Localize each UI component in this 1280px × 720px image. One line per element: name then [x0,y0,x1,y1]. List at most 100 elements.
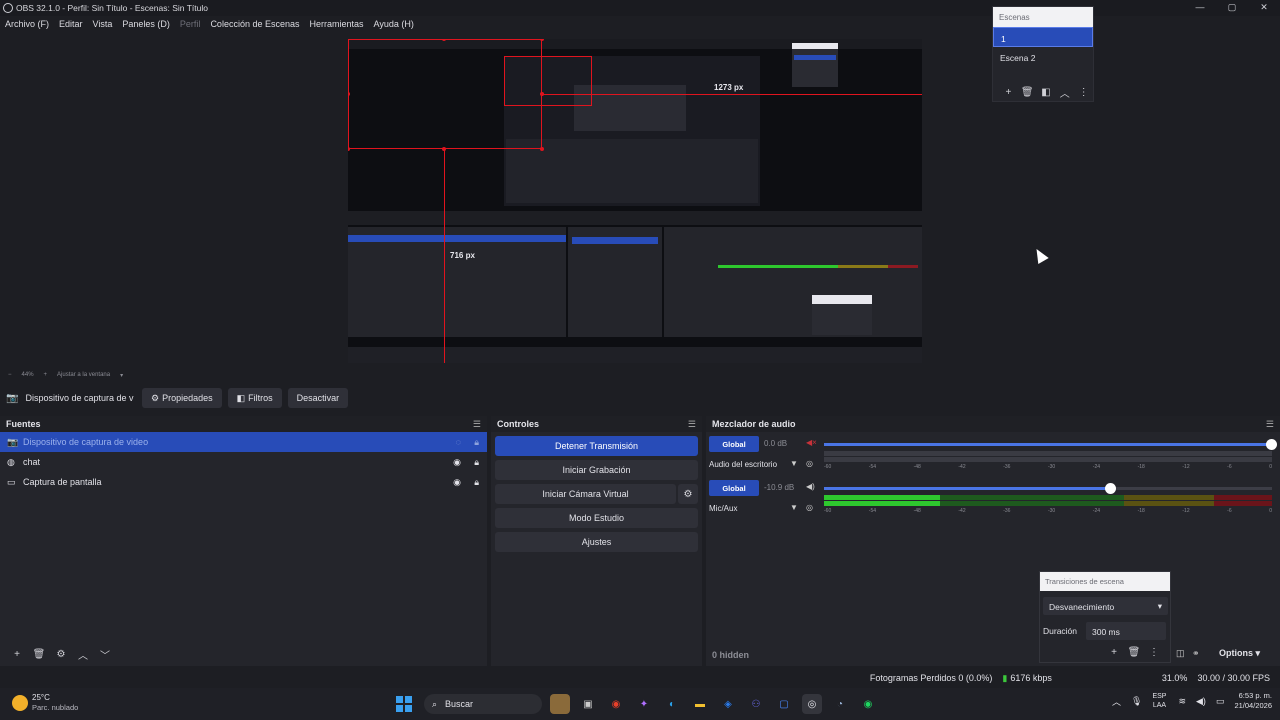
headphones-icon[interactable]: ◎ [806,459,813,468]
lock-icon[interactable]: 🔒︎ [474,437,479,448]
chevron-up-icon[interactable]: ︿ [1055,85,1074,100]
folder-icon[interactable]: ▬ [690,694,710,714]
speaker-icon[interactable]: ◀) [806,482,815,491]
maximize-button[interactable]: ▢ [1216,0,1248,16]
source-name: Captura de pantalla [23,477,102,487]
chevron-up-icon[interactable]: ︿ [72,647,94,662]
zoom-in-button[interactable]: + [44,372,48,378]
teams-icon[interactable]: ⚇ [746,694,766,714]
mic-icon[interactable]: 🎙︎ [1131,696,1142,707]
gear-icon[interactable]: ⚙ [678,484,698,504]
dock-layout-icon[interactable]: ◫ ⚭ [1176,648,1200,659]
trash-icon[interactable]: 🗑 [1124,647,1144,658]
zoom-out-button[interactable]: − [8,372,12,378]
properties-button[interactable]: ⚙ Propiedades [142,388,222,408]
close-button[interactable]: ✕ [1248,0,1280,16]
options-button[interactable]: Options ▾ [1219,648,1260,659]
start-virtual-cam-button[interactable]: Iniciar Cámara Virtual [495,484,676,504]
eye-icon[interactable]: ◉ [453,477,461,488]
source-item[interactable]: ◍ chat ◉ 🔒︎ [0,452,487,472]
scene-item[interactable]: Escena 2 [993,47,1093,67]
scene-item[interactable]: 1 [993,27,1093,47]
dock-menu-icon[interactable]: ☰ [688,419,696,430]
settings-button[interactable]: Ajustes [495,532,698,552]
guide-handle[interactable] [442,147,446,151]
guide-handle[interactable] [540,147,544,151]
preview-canvas[interactable]: 1273 px 716 px [348,39,922,363]
meter-red-zone [1213,501,1272,506]
filters-button[interactable]: ◧ Filtros [227,388,282,408]
camera-icon: 📷 [6,392,19,404]
chevron-down-icon[interactable]: ▼ [790,459,798,468]
widget-icon[interactable] [550,694,570,714]
lock-icon[interactable]: 🔒︎ [474,457,479,468]
trash-icon[interactable]: 🗑 [1018,87,1037,98]
spotify-icon[interactable]: ◉ [858,694,878,714]
source-item[interactable]: ▭ Captura de pantalla ◉ 🔒︎ [0,472,487,492]
copilot-icon[interactable]: ✦ [634,694,654,714]
add-icon[interactable]: + [1104,647,1124,658]
menu-view[interactable]: Vista [93,19,113,29]
menu-help[interactable]: Ayuda (H) [374,19,414,29]
dock-menu-icon[interactable]: ☰ [473,419,481,430]
chevron-down-icon[interactable]: ▼ [790,503,798,512]
taskbar-search[interactable]: ⌕ Buscar [424,694,542,714]
battery-icon[interactable]: ▭ [1216,696,1225,707]
more-icon[interactable]: ⋮ [1144,647,1164,658]
transition-select[interactable]: Desvanecimiento ▾ [1043,597,1168,615]
eye-icon[interactable]: ◉ [453,457,461,468]
add-icon[interactable]: + [999,87,1018,98]
start-record-button[interactable]: Iniciar Grabación [495,460,698,480]
global-badge[interactable]: Global [709,480,759,496]
menu-scene-collection[interactable]: Colección de Escenas [210,19,299,29]
menu-edit[interactable]: Editar [59,19,83,29]
volume-icon[interactable]: ◀) [1196,696,1206,707]
stop-stream-button[interactable]: Detener Transmisión [495,436,698,456]
edge-icon[interactable]: ◐ [662,694,682,714]
headphones-icon[interactable]: ◎ [806,503,813,512]
weather-widget[interactable]: 25°C Parc. nublado [12,693,78,712]
global-badge[interactable]: Global [709,436,759,452]
volume-slider[interactable] [824,439,1277,450]
store-icon[interactable]: ◈ [718,694,738,714]
filter-icon[interactable]: ◧ [1037,87,1056,98]
zoom-dropdown-icon[interactable]: ▾ [120,372,123,379]
wifi-icon[interactable]: ≋ [1178,696,1186,707]
task-view-icon[interactable]: ▣ [578,694,598,714]
trash-icon[interactable]: 🗑 [28,649,50,660]
deactivate-button[interactable]: Desactivar [287,388,349,408]
mute-icon[interactable]: ◀× [806,438,817,447]
gear-icon[interactable]: ⚙ [50,649,72,660]
menu-docks[interactable]: Paneles (D) [122,19,170,29]
minimize-button[interactable]: — [1184,0,1216,16]
language-indicator[interactable]: ESP LAA [1152,692,1166,710]
obs-icon[interactable]: ◎ [802,694,822,714]
nested-stop-btn [572,237,658,244]
eye-hidden-icon[interactable]: ◌ [456,437,461,447]
volume-knob[interactable] [1105,483,1116,494]
app-icon[interactable]: ▢ [774,694,794,714]
chevron-down-icon[interactable]: ﹀ [94,647,116,662]
studio-mode-button[interactable]: Modo Estudio [495,508,698,528]
meter-tick-label: -18 [1137,464,1145,470]
volume-knob[interactable] [1266,439,1277,450]
language-code: ESP [1152,693,1167,700]
add-icon[interactable]: + [6,649,28,660]
more-icon[interactable]: ⋮ [1074,87,1093,98]
steam-icon[interactable]: ◔ [830,694,850,714]
menu-file[interactable]: Archivo (F) [5,19,49,29]
chrome-icon[interactable]: ◉ [606,694,626,714]
guide-handle[interactable] [348,147,350,151]
start-button-icon[interactable] [396,696,412,712]
volume-slider[interactable] [824,483,1272,494]
taskbar: 25°C Parc. nublado ⌕ Buscar ▣ ◉ ✦ ◐ ▬ ◈ … [0,688,1280,720]
lock-icon[interactable]: 🔒︎ [474,477,479,488]
tray-chevron-icon[interactable]: ︿ [1112,695,1121,708]
guide-handle[interactable] [540,92,544,96]
menu-tools[interactable]: Herramientas [310,19,364,29]
zoom-mode[interactable]: Ajustar a la ventana [57,372,110,378]
duration-field[interactable]: 300 ms [1086,622,1166,640]
dock-menu-icon[interactable]: ☰ [1266,419,1274,430]
source-item[interactable]: 📷 Dispositivo de captura de video ◌ 🔒︎ [0,432,487,452]
clock[interactable]: 6:53 p. m. 21/04/2026 [1234,691,1272,711]
